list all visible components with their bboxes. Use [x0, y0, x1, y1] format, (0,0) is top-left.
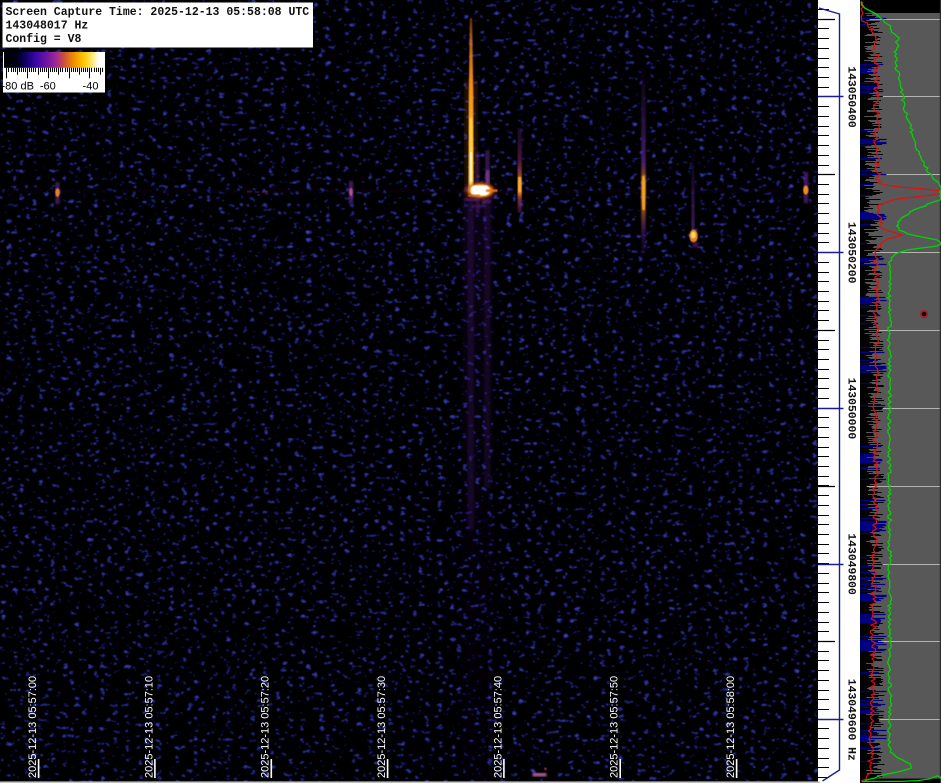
svg-text:143048017 Hz: 143048017 Hz — [6, 20, 89, 33]
svg-text:2025-12-13 05:57:40: 2025-12-13 05:57:40 — [492, 676, 504, 778]
svg-text:2025-12-13 05:57:20: 2025-12-13 05:57:20 — [260, 676, 272, 778]
svg-text:-60: -60 — [40, 81, 56, 93]
svg-text:2025-12-13 05:57:10: 2025-12-13 05:57:10 — [143, 676, 155, 778]
svg-text:143050000: 143050000 — [845, 378, 857, 440]
svg-text:2025-12-13 05:57:50: 2025-12-13 05:57:50 — [609, 676, 621, 778]
svg-text:143049600 Hz: 143049600 Hz — [845, 679, 857, 761]
svg-text:143049800: 143049800 — [845, 533, 857, 595]
svg-text:Screen Capture Time: 2025-12-1: Screen Capture Time: 2025-12-13 05:58:08… — [6, 6, 310, 19]
svg-text:2025-12-13 05:58:00: 2025-12-13 05:58:00 — [725, 676, 737, 778]
svg-text:143050200: 143050200 — [845, 222, 857, 284]
svg-text:2025-12-13 05:57:30: 2025-12-13 05:57:30 — [376, 676, 388, 778]
svg-text:-40: -40 — [83, 81, 99, 93]
svg-text:2025-12-13 05:57:00: 2025-12-13 05:57:00 — [27, 676, 39, 778]
svg-text:143050400: 143050400 — [845, 66, 857, 128]
svg-text:Config = V8: Config = V8 — [6, 33, 82, 46]
svg-text:-80 dB: -80 dB — [2, 81, 34, 93]
